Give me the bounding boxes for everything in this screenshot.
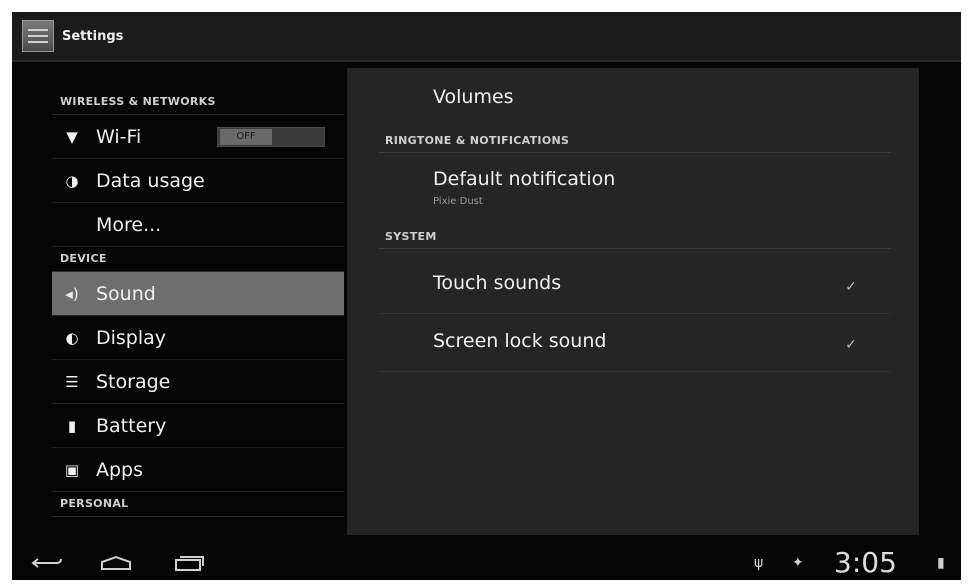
sidebar-item-apps[interactable]: ▣ Apps <box>52 448 344 492</box>
app-title: Settings <box>62 28 124 44</box>
settings-app-icon[interactable] <box>22 20 54 52</box>
wifi-toggle-state: OFF <box>220 129 272 145</box>
battery-icon: ▮ <box>67 416 77 435</box>
sidebar-item-label: Display <box>96 326 167 349</box>
home-icon <box>101 555 131 570</box>
section-header-device: DEVICE <box>52 247 344 272</box>
recent-apps-icon <box>175 556 204 571</box>
divider <box>379 248 891 249</box>
settings-categories: WIRELESS & NETWORKS ▼ Wi-Fi OFF ◑ Data u… <box>52 90 344 535</box>
volumes-item[interactable]: Volumes <box>433 86 514 108</box>
wifi-toggle[interactable]: OFF <box>217 127 325 147</box>
sidebar-item-storage[interactable]: ☰ Storage <box>52 360 344 404</box>
battery-status-icon: ▮ <box>937 555 945 571</box>
apps-icon: ▣ <box>64 460 80 479</box>
usb-icon: ψ <box>754 555 764 571</box>
data-usage-icon: ◑ <box>65 171 79 190</box>
sound-settings-pane: Volumes RINGTONE & NOTIFICATIONS Default… <box>347 68 919 535</box>
wifi-icon: ▼ <box>66 127 78 146</box>
sidebar-item-label: Sound <box>96 282 156 305</box>
sidebar-item-wifi[interactable]: ▼ Wi-Fi OFF <box>52 115 344 159</box>
sidebar-item-battery[interactable]: ▮ Battery <box>52 404 344 448</box>
sidebar-item-sound[interactable]: ◂) Sound <box>52 272 344 316</box>
sidebar-item-label: Wi-Fi <box>96 125 142 148</box>
sidebar-item-label: Storage <box>96 370 171 393</box>
divider <box>379 371 891 372</box>
screen-lock-sound-checkbox[interactable]: ✓ <box>844 338 858 352</box>
default-notification-item[interactable]: Default notification <box>433 168 615 190</box>
divider <box>379 313 891 314</box>
sidebar-item-label: Data usage <box>96 169 205 192</box>
section-header-ringtone: RINGTONE & NOTIFICATIONS <box>385 134 570 147</box>
action-bar: Settings <box>12 12 961 62</box>
back-button[interactable] <box>30 546 64 580</box>
touch-sounds-checkbox[interactable]: ✓ <box>844 280 858 294</box>
divider <box>379 152 891 153</box>
status-clock: 3:05 <box>834 546 897 579</box>
section-header-wireless: WIRELESS & NETWORKS <box>52 90 344 115</box>
section-header-personal: PERSONAL <box>52 492 344 517</box>
sidebar-item-label: Apps <box>96 458 144 481</box>
sidebar-item-label: Battery <box>96 414 167 437</box>
system-bar: ψ ✦ 3:05 ▮ <box>12 546 961 580</box>
display-icon: ◐ <box>65 328 79 347</box>
home-button[interactable] <box>98 546 134 580</box>
sound-icon: ◂) <box>65 284 79 303</box>
android-debug-icon: ✦ <box>792 555 804 571</box>
default-notification-value: Pixie Dust <box>433 196 483 207</box>
section-header-system: SYSTEM <box>385 230 437 243</box>
sidebar-item-data-usage[interactable]: ◑ Data usage <box>52 159 344 203</box>
touch-sounds-item[interactable]: Touch sounds <box>433 272 561 294</box>
recent-apps-button[interactable] <box>172 546 206 580</box>
sidebar-item-label: More... <box>96 213 162 236</box>
sidebar-item-display[interactable]: ◐ Display <box>52 316 344 360</box>
sidebar-item-more[interactable]: More... <box>52 203 344 247</box>
back-icon <box>31 558 62 568</box>
storage-icon: ☰ <box>65 372 79 391</box>
tablet-screen: Settings WIRELESS & NETWORKS ▼ Wi-Fi OFF… <box>12 12 961 580</box>
screen-lock-sound-item[interactable]: Screen lock sound <box>433 330 606 352</box>
